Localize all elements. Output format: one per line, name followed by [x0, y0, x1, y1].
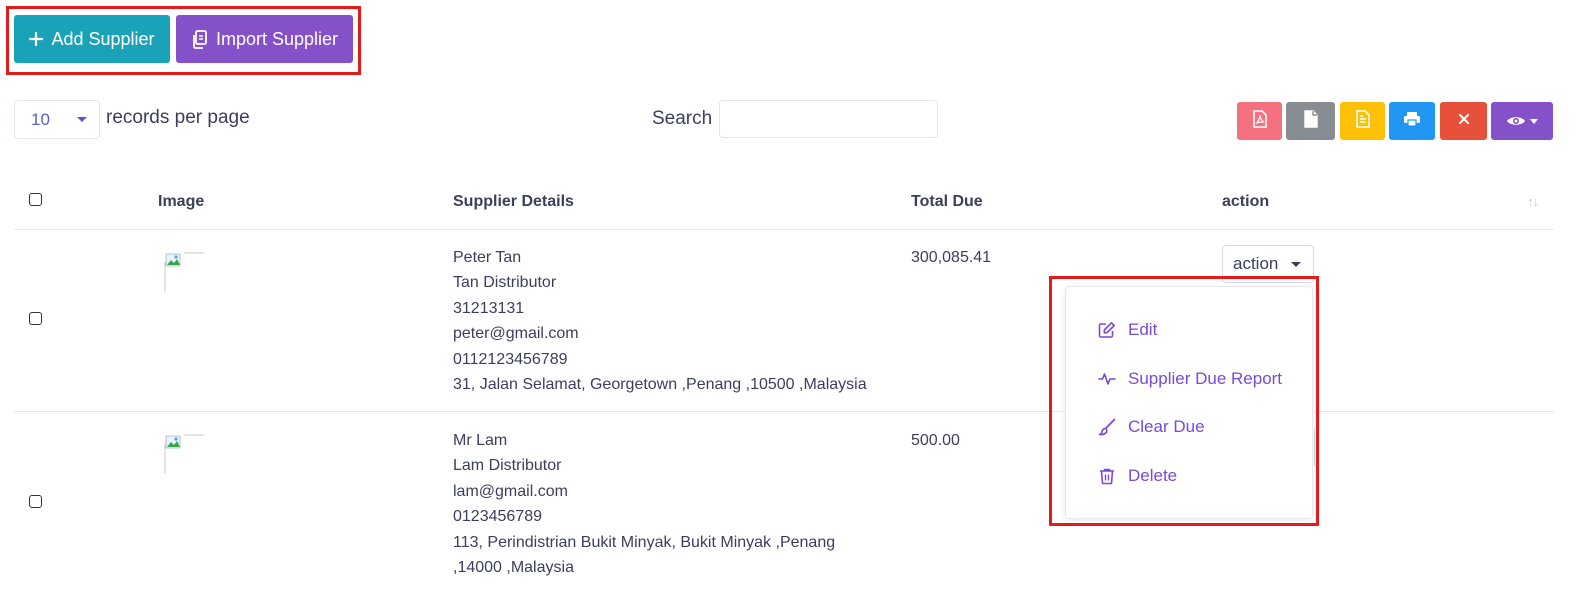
print-button[interactable] — [1389, 102, 1435, 140]
pdf-icon — [1252, 109, 1268, 133]
records-per-page-label: records per page — [106, 107, 250, 128]
column-visibility-button[interactable] — [1491, 102, 1553, 140]
row-checkbox[interactable] — [29, 495, 42, 508]
supplier-email: peter@gmail.com — [453, 325, 579, 343]
records-per-page-select[interactable]: 10 — [14, 100, 100, 139]
import-supplier-label: Import Supplier — [215, 28, 339, 49]
column-header-supplier-details[interactable]: Supplier Details — [453, 193, 574, 211]
chevron-down-icon — [77, 117, 87, 122]
search-label: Search — [652, 108, 713, 129]
import-supplier-button[interactable]: Import Supplier — [176, 15, 353, 63]
column-header-total-due[interactable]: Total Due — [911, 193, 983, 211]
pdf-export-button[interactable] — [1237, 102, 1282, 140]
chevron-down-icon — [1291, 262, 1301, 267]
supplier-details: Mr Lam Lam Distributor lam@gmail.com 012… — [453, 428, 835, 580]
column-header-action[interactable]: action — [1222, 193, 1269, 211]
supplier-company: Lam Distributor — [453, 457, 562, 475]
sort-icon[interactable]: ↑↓ — [1527, 194, 1539, 209]
total-due: 300,085.41 — [911, 249, 992, 266]
excel-export-button[interactable] — [1340, 102, 1385, 140]
records-per-page-value: 10 — [31, 109, 50, 129]
supplier-code: 31213131 — [453, 299, 525, 317]
clear-button[interactable] — [1440, 102, 1487, 140]
supplier-address: 113, Perindistrian Bukit Minyak, Bukit M… — [453, 533, 836, 551]
supplier-email: lam@gmail.com — [453, 482, 568, 500]
highlight-box-action-menu — [1049, 276, 1319, 526]
row-action-label: action — [1233, 254, 1279, 273]
row-divider — [14, 411, 1554, 412]
search-input[interactable] — [719, 100, 938, 138]
row-checkbox[interactable] — [29, 312, 42, 325]
add-supplier-button[interactable]: Add Supplier — [14, 15, 170, 63]
supplier-name: Peter Tan — [453, 249, 522, 266]
header-divider — [14, 229, 1554, 230]
supplier-image — [164, 252, 204, 292]
supplier-details: Peter Tan Tan Distributor 31213131 peter… — [453, 245, 867, 397]
supplier-image — [164, 434, 204, 474]
excel-icon — [1355, 109, 1371, 133]
copy-file-icon — [191, 29, 208, 49]
print-icon — [1403, 111, 1421, 132]
supplier-address-cont: ,14000 ,Malaysia — [453, 559, 574, 577]
supplier-address: 31, Jalan Selamat, Georgetown ,Penang ,1… — [453, 376, 867, 394]
supplier-phone: 0123456789 — [453, 508, 542, 526]
chevron-down-icon — [1530, 118, 1538, 124]
select-all-checkbox[interactable] — [29, 193, 42, 206]
file-icon — [1303, 109, 1319, 133]
close-icon — [1458, 112, 1470, 130]
plus-icon — [29, 32, 44, 46]
supplier-name: Mr Lam — [453, 432, 508, 449]
supplier-company: Tan Distributor — [453, 274, 557, 292]
file-export-button[interactable] — [1286, 102, 1335, 140]
supplier-phone: 0112123456789 — [453, 350, 568, 368]
add-supplier-label: Add Supplier — [51, 28, 155, 49]
eye-icon — [1506, 114, 1526, 128]
column-header-image[interactable]: Image — [158, 193, 204, 211]
total-due: 500.00 — [911, 432, 960, 449]
